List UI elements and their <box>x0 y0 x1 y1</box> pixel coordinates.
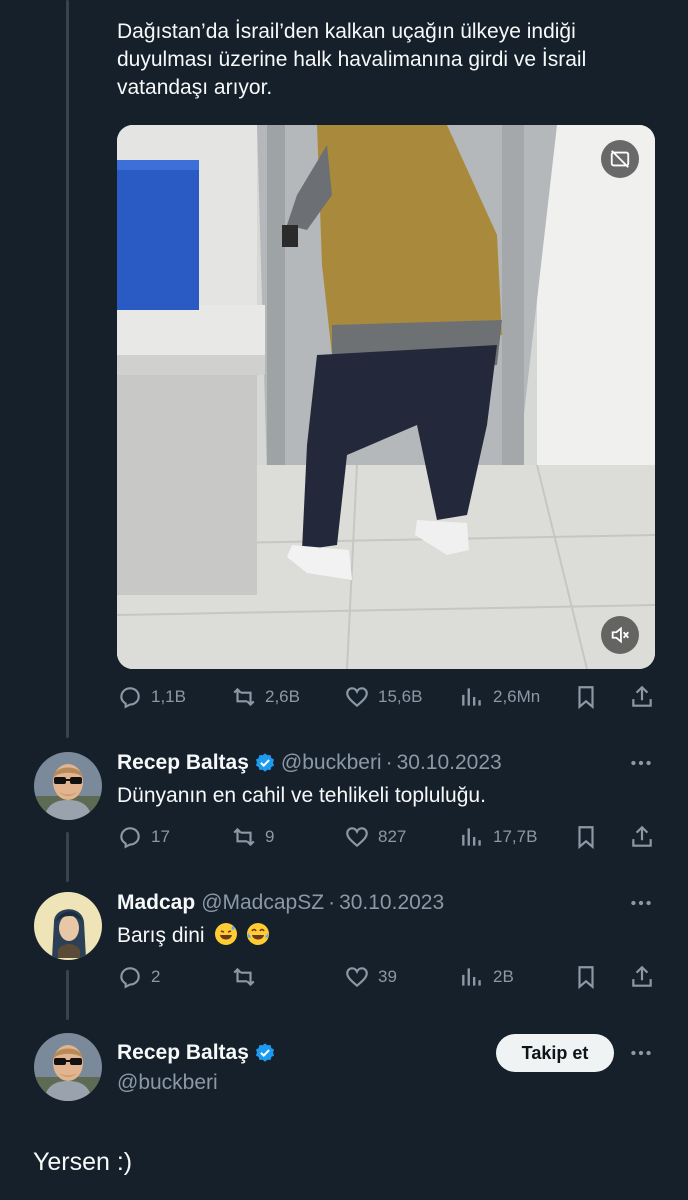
bookmark-button[interactable] <box>573 683 599 711</box>
reply-button[interactable]: 1,1B <box>117 683 186 711</box>
retweet-icon <box>233 687 255 707</box>
captions-off-icon <box>610 150 630 168</box>
tweet-date[interactable]: 30.10.2023 <box>397 751 502 775</box>
share-button[interactable] <box>629 683 655 711</box>
captions-button[interactable] <box>601 140 639 178</box>
like-count: 39 <box>378 967 397 986</box>
share-button[interactable] <box>629 963 655 991</box>
speaker-muted-icon <box>611 626 629 644</box>
reply1-action-bar: 17 9 827 17,7B <box>117 823 657 851</box>
reply2-text: Barış dini <box>117 924 205 947</box>
retweet-icon <box>233 827 255 847</box>
share-icon <box>632 685 652 707</box>
follow-button[interactable]: Takip et <box>496 1034 614 1072</box>
analytics-icon <box>462 968 481 986</box>
like-button[interactable]: 39 <box>344 963 397 991</box>
avatar-madcap[interactable] <box>34 892 102 960</box>
main-header: Recep Baltaş <box>117 1038 281 1068</box>
reply1-text: Dünyanın en cahil ve tehlikeli topluluğu… <box>117 784 486 807</box>
tweet-action-bar: 1,1B 2,6B 15,6B 2,6Mn <box>117 683 657 711</box>
avatar-image <box>34 1033 102 1101</box>
reply-button[interactable]: 17 <box>117 823 170 851</box>
video-frame <box>117 125 655 669</box>
more-options-icon[interactable] <box>628 1040 654 1066</box>
thread-line-top <box>66 0 69 738</box>
bookmark-icon <box>578 826 594 850</box>
analytics-icon <box>462 688 481 706</box>
bookmark-button[interactable] <box>573 963 599 991</box>
reply-icon <box>120 687 140 709</box>
reply-icon <box>120 827 140 849</box>
share-button[interactable] <box>629 823 655 851</box>
mute-button[interactable] <box>601 616 639 654</box>
more-options-icon[interactable] <box>628 890 654 916</box>
tweet-video[interactable] <box>117 125 655 669</box>
retweet-button[interactable]: 9 <box>231 823 274 851</box>
thread-line-bottom <box>66 970 69 1020</box>
tweet-text-line: duyulması üzerine halk havalimanına gird… <box>117 48 587 71</box>
reply-icon <box>120 967 140 989</box>
bookmark-button[interactable] <box>573 823 599 851</box>
separator-dot: · <box>328 891 336 914</box>
analytics-icon <box>462 828 481 846</box>
retweet-icon <box>233 967 255 987</box>
reply1-header: Recep Baltaş @buckberi · 30.10.2023 <box>117 748 502 778</box>
retweet-button[interactable]: 2,6B <box>231 683 300 711</box>
tweet-text-line: Dağıstan’da İsrail’den kalkan uçağın ülk… <box>117 20 576 43</box>
like-count: 15,6B <box>378 687 423 706</box>
avatar-image <box>34 892 102 960</box>
bookmark-icon <box>578 966 594 990</box>
main-tweet-text: Yersen :) <box>33 1148 133 1176</box>
verified-badge-icon <box>255 1043 274 1062</box>
verified-badge-icon <box>255 753 274 772</box>
author-name[interactable]: Recep Baltaş <box>117 751 249 775</box>
retweet-button[interactable] <box>231 963 265 991</box>
author-handle[interactable]: @buckberi <box>281 751 382 775</box>
reply2-action-bar: 2 39 2B <box>117 963 657 991</box>
heart-icon <box>346 827 368 848</box>
more-options-icon[interactable] <box>628 750 654 776</box>
author-handle[interactable]: @buckberi <box>117 1071 218 1095</box>
retweet-count: 2,6B <box>265 687 300 706</box>
reply-count: 2 <box>151 967 161 986</box>
like-count: 827 <box>378 827 407 846</box>
separator-dot: · <box>385 751 393 774</box>
avatar-recep-main[interactable] <box>34 1033 102 1101</box>
views-button[interactable]: 2B <box>459 963 514 991</box>
author-handle[interactable]: @MadcapSZ <box>201 891 324 915</box>
share-icon <box>632 965 652 987</box>
tweet-date[interactable]: 30.10.2023 <box>339 891 444 915</box>
tweet-text-line: vatandaşı arıyor. <box>117 76 273 99</box>
share-icon <box>632 825 652 847</box>
views-button[interactable]: 2,6Mn <box>459 683 540 711</box>
views-count: 2B <box>493 967 514 986</box>
views-button[interactable]: 17,7B <box>459 823 537 851</box>
thread-line-middle <box>66 832 69 882</box>
reply-button[interactable]: 2 <box>117 963 160 991</box>
views-count: 17,7B <box>493 827 538 846</box>
reply-count: 17 <box>151 827 170 846</box>
author-name[interactable]: Madcap <box>117 891 195 915</box>
like-button[interactable]: 15,6B <box>344 683 422 711</box>
author-name[interactable]: Recep Baltaş <box>117 1041 249 1065</box>
avatar-recep[interactable] <box>34 752 102 820</box>
reply2-header: Madcap @MadcapSZ · 30.10.2023 <box>117 888 444 918</box>
bookmark-icon <box>578 686 594 710</box>
sweat-smile-emoji-icon <box>215 923 238 945</box>
like-button[interactable]: 827 <box>344 823 406 851</box>
tweet-thread-page: Dağıstan’da İsrail’den kalkan uçağın ülk… <box>0 0 688 1200</box>
avatar-image <box>34 752 102 820</box>
views-count: 2,6Mn <box>493 687 541 706</box>
heart-icon <box>346 967 368 988</box>
joy-emoji-icon <box>247 923 270 945</box>
heart-icon <box>346 687 368 708</box>
reply-count: 1,1B <box>151 687 186 706</box>
retweet-count: 9 <box>265 827 275 846</box>
reply2-text-row: Barış dini <box>117 922 270 950</box>
tweet-text: Dağıstan’da İsrail’den kalkan uçağın ülk… <box>117 18 667 102</box>
main-handle-row: @buckberi <box>117 1068 218 1098</box>
